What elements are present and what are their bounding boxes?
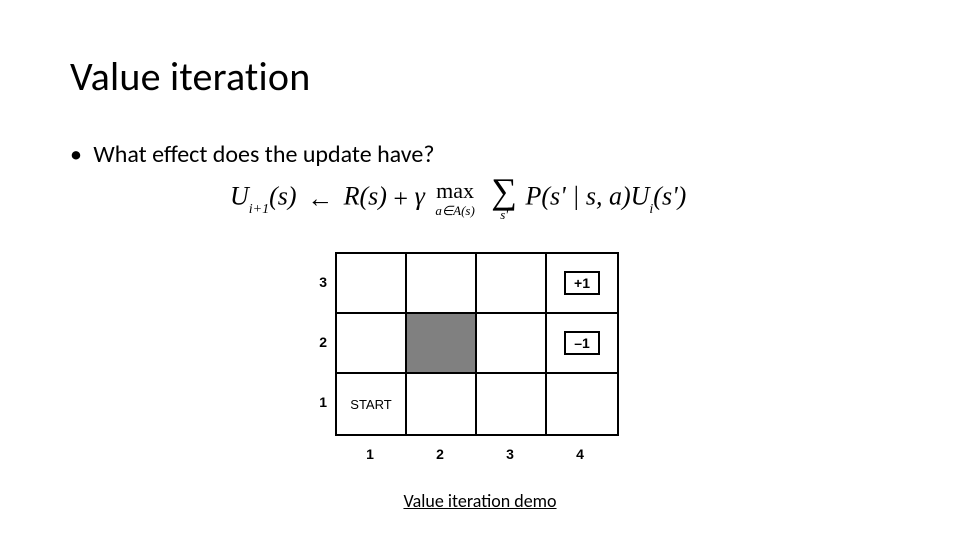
eq-R: R(s) [344, 181, 387, 210]
cell-2-3 [477, 314, 547, 374]
eq-U1: U [230, 181, 249, 210]
row-label-2: 2 [307, 334, 327, 350]
eq-max-top: max [435, 180, 474, 202]
row-label-1: 1 [307, 394, 327, 410]
bullet-text: What effect does the update have? [93, 140, 434, 169]
eq-U2-sub: i [649, 202, 653, 217]
cell-1-3 [477, 374, 547, 434]
eq-max: max a∈A(s) [435, 180, 474, 217]
start-label: START [350, 397, 391, 412]
eq-U1-arg: (s) [269, 181, 296, 210]
col-label-3: 3 [475, 446, 545, 462]
cell-3-4-goal: +1 [547, 254, 617, 314]
cell-1-4 [547, 374, 617, 434]
cell-2-2-wall [407, 314, 477, 374]
sigma-icon: ∑ [491, 176, 517, 206]
col-label-2: 2 [405, 446, 475, 462]
eq-max-sub: a∈A(s) [435, 204, 474, 217]
cell-3-1 [337, 254, 407, 314]
cell-1-2 [407, 374, 477, 434]
cell-1-1-start: START [337, 374, 407, 434]
reward-minus-one: –1 [564, 331, 600, 355]
left-arrow-icon: ← [307, 184, 333, 214]
cell-3-3 [477, 254, 547, 314]
reward-plus-one: +1 [564, 271, 600, 295]
page-title: Value iteration [70, 52, 310, 101]
eq-U2-arg: (s') [653, 181, 686, 210]
eq-U2: U [631, 181, 650, 210]
eq-sum: ∑ s' [491, 176, 517, 221]
value-iteration-demo-link[interactable]: Value iteration demo [403, 490, 556, 512]
slide: Value iteration • What effect does the u… [0, 0, 960, 540]
eq-P: P(s' | s, a) [525, 181, 630, 210]
demo-link-wrap: Value iteration demo [0, 490, 960, 512]
eq-gamma: γ [415, 181, 425, 210]
col-label-4: 4 [545, 446, 615, 462]
bullet-line: • What effect does the update have? [70, 140, 434, 169]
col-label-1: 1 [335, 446, 405, 462]
eq-U1-sub: i+1 [249, 202, 269, 217]
grid: +1 –1 START [335, 252, 619, 436]
value-iteration-equation: Ui+1(s) ← R(s) + γ max a∈A(s) ∑ s' P(s' … [230, 176, 686, 221]
row-label-3: 3 [307, 274, 327, 290]
cell-2-1 [337, 314, 407, 374]
eq-plus: + [393, 184, 408, 214]
cell-3-2 [407, 254, 477, 314]
bullet-dot: • [70, 140, 82, 169]
cell-2-4-pit: –1 [547, 314, 617, 374]
